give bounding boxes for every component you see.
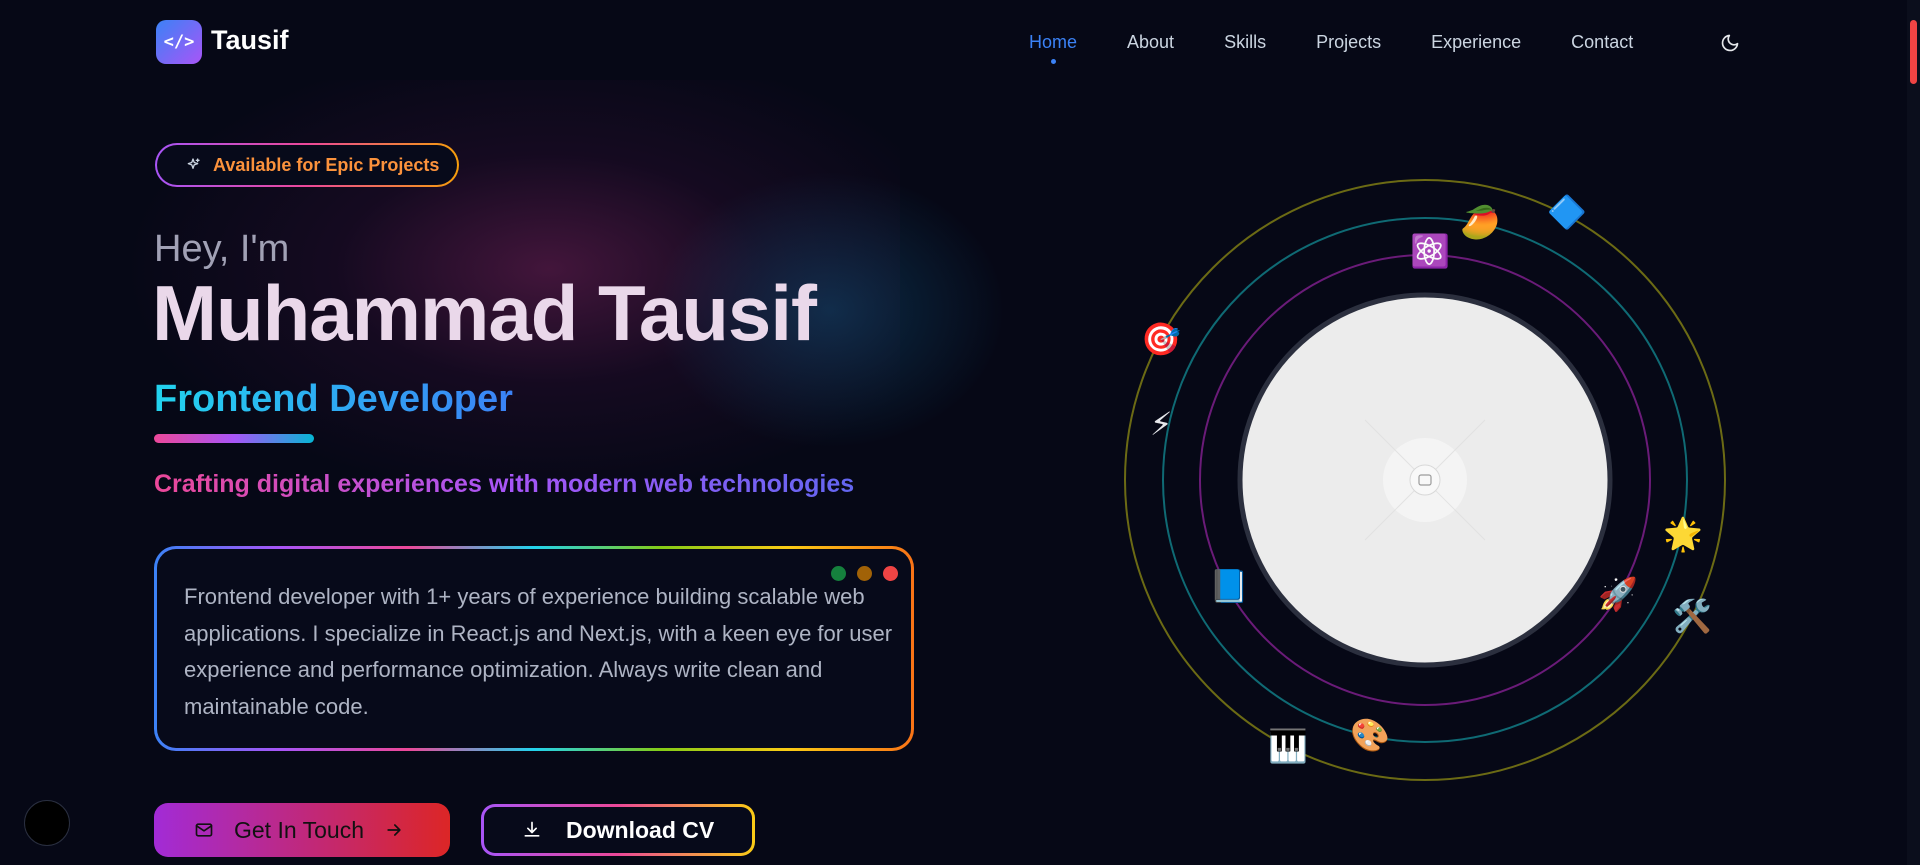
get-in-touch-button[interactable]: Get In Touch <box>154 803 450 857</box>
mail-icon <box>195 823 213 837</box>
main-nav: Home About Skills Projects Experience Co… <box>1029 32 1683 64</box>
hero-name: Muhammad Tausif <box>152 269 817 357</box>
hero-role: Frontend Developer <box>154 378 513 420</box>
tools-icon: 🛠️ <box>1672 597 1712 635</box>
bio-card: Frontend developer with 1+ years of expe… <box>154 546 914 751</box>
lightning-icon: ⚡ <box>1150 405 1173 443</box>
nav-item-about[interactable]: About <box>1127 32 1174 53</box>
theme-toggle-button[interactable] <box>1716 29 1744 57</box>
keyboard-icon: 🎹 <box>1268 727 1308 765</box>
page-scrollbar[interactable] <box>1907 0 1920 865</box>
mango-icon: 🥭 <box>1460 203 1500 241</box>
get-in-touch-label: Get In Touch <box>234 816 364 843</box>
image-placeholder-icon <box>1364 419 1486 541</box>
download-cv-label: Download CV <box>566 816 715 843</box>
floating-action-button[interactable] <box>24 800 70 846</box>
scrollbar-thumb[interactable] <box>1910 20 1917 84</box>
target-icon: 🎯 <box>1141 320 1181 358</box>
page: </> Tausif Home About Skills Projects Ex… <box>0 0 1907 865</box>
bio-text: Frontend developer with 1+ years of expe… <box>184 584 893 719</box>
greeting: Hey, I'm <box>154 228 290 270</box>
availability-badge: Available for Epic Projects <box>155 143 459 187</box>
nav-item-contact[interactable]: Contact <box>1571 32 1633 53</box>
nav-item-home[interactable]: Home <box>1029 32 1077 64</box>
role-underline <box>154 434 314 443</box>
gem-icon: 🔷 <box>1547 193 1587 231</box>
book-icon: 📘 <box>1209 567 1249 605</box>
rocket-icon: 🚀 <box>1598 575 1638 613</box>
download-icon <box>524 821 540 837</box>
nav-item-skills[interactable]: Skills <box>1224 32 1266 53</box>
nav-item-experience[interactable]: Experience <box>1431 32 1521 53</box>
star-icon: 🌟 <box>1663 515 1703 553</box>
nav-item-projects[interactable]: Projects <box>1316 32 1381 53</box>
react-icon: ⚛️ <box>1410 232 1450 270</box>
moon-icon <box>1721 34 1739 52</box>
sparkles-icon <box>187 158 200 169</box>
hero-tagline: Crafting digital experiences with modern… <box>154 470 855 498</box>
logo-text[interactable]: Tausif <box>211 25 289 56</box>
logo-code-icon[interactable]: </> <box>156 20 202 64</box>
palette-icon: 🎨 <box>1350 716 1390 754</box>
download-cv-button[interactable]: Download CV <box>481 804 755 856</box>
arrow-right-icon <box>387 824 401 836</box>
availability-badge-label: Available for Epic Projects <box>213 154 440 175</box>
